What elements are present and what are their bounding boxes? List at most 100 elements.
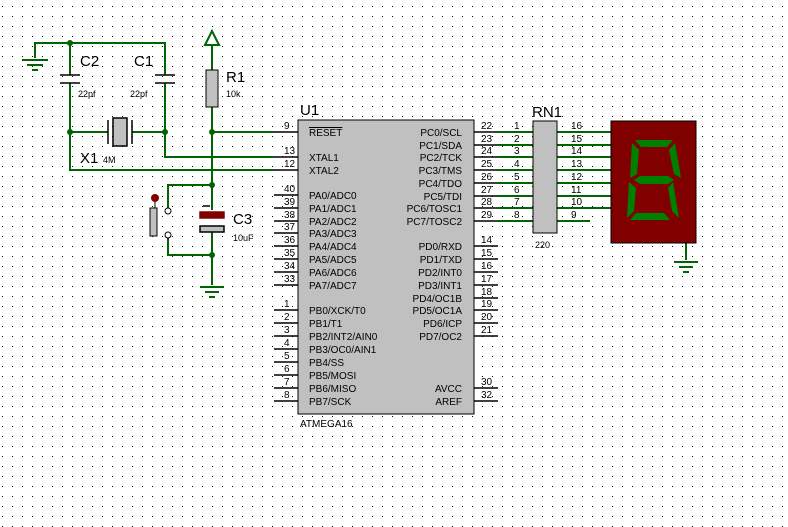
mcu-pin-number: 7	[284, 377, 290, 388]
rn1-pin-number: 4	[514, 159, 520, 170]
mcu-pin-number: 30	[481, 377, 493, 388]
mcu-pin-number: 4	[284, 338, 290, 349]
mcu-pin-name: PD6/ICP	[423, 319, 462, 330]
mcu-pin-name: PD0/RXD	[419, 242, 462, 253]
rn1-pin-number: 10	[571, 197, 583, 208]
mcu-pin-number: 26	[481, 172, 493, 183]
mcu-pin-name: PA6/ADC6	[309, 268, 357, 279]
rn1-pin-number: 6	[514, 185, 520, 196]
mcu-part-label: ATMEGA16	[300, 419, 353, 430]
mcu-pin-name: PD4/OC1B	[413, 294, 463, 305]
mcu-body	[297, 119, 475, 415]
mcu-pin-number: 9	[284, 121, 290, 132]
mcu-pin-number: 32	[481, 390, 493, 401]
x1-ref-label: X1	[80, 150, 98, 167]
mcu-pin-name: PC5/TDI	[424, 192, 462, 203]
mcu-pin-number: 36	[284, 235, 296, 246]
mcu-pin-number: 19	[481, 299, 493, 310]
x1-value-label: 4M	[103, 155, 116, 165]
mcu-pin-name: PB0/XCK/T0	[309, 306, 366, 317]
mcu-pin-number: 6	[284, 364, 290, 375]
mcu-pin-number: 3	[284, 325, 290, 336]
c2-ref-label: C2	[80, 53, 99, 70]
mcu-pin-number: 8	[284, 390, 290, 401]
rn1-pin-number: 15	[571, 134, 583, 145]
r1-ref-label: R1	[226, 69, 245, 86]
rn1-ref-label: RN1	[532, 104, 562, 121]
mcu-pin-number: 38	[284, 210, 296, 221]
mcu-pin-number: 25	[481, 159, 493, 170]
mcu-pin-name: PA7/ADC7	[309, 281, 357, 292]
c2-value-label: 22pf	[78, 89, 96, 99]
mcu-pin-number: 15	[481, 248, 493, 259]
mcu-pin-number: 22	[481, 121, 493, 132]
mcu-pin-number: 40	[284, 184, 296, 195]
mcu-pin-name: PD1/TXD	[420, 255, 462, 266]
mcu-pin-number: 16	[481, 261, 493, 272]
rn1-body	[532, 120, 558, 234]
rn1-pin-number: 2	[514, 134, 520, 145]
mcu-pin-name: PB1/T1	[309, 319, 343, 330]
mcu-pin-name: PA3/ADC3	[309, 229, 357, 240]
rn1-pin-number: 16	[571, 121, 583, 132]
mcu-pin-name: PA1/ADC1	[309, 204, 357, 215]
mcu-pin-number: 14	[481, 235, 493, 246]
resistor-r1[interactable]	[205, 69, 219, 108]
mcu-pin-number: 24	[481, 146, 493, 157]
mcu-pin-number: 29	[481, 210, 493, 221]
rn1-pin-number: 11	[571, 185, 582, 196]
mcu-pin-number: 33	[284, 274, 296, 285]
c1-value-label: 22pf	[130, 89, 148, 99]
mcu-pin-name: AREF	[435, 397, 462, 408]
mcu-pin-number: 5	[284, 351, 290, 362]
seven-segment-display[interactable]	[610, 120, 697, 244]
rn1-pin-number: 12	[571, 172, 583, 183]
mcu-pin-number: 21	[481, 325, 493, 336]
mcu-pin-name: AVCC	[435, 384, 462, 395]
mcu-pin-name: PC6/TOSC1	[407, 204, 463, 215]
mcu-pin-number: 12	[284, 159, 296, 170]
mcu-pin-number: 2	[284, 312, 290, 323]
mcu-pin-number: 17	[481, 274, 493, 285]
mcu-pin-number: 37	[284, 222, 296, 233]
mcu-pin-name: XTAL2	[309, 166, 339, 177]
c3-value-label: 10uF	[233, 233, 254, 243]
mcu-pin-number: 28	[481, 197, 493, 208]
mcu-pin-name: PB7/SCK	[309, 397, 352, 408]
rn1-value-label: 220	[535, 240, 550, 250]
mcu-pin-name: PA4/ADC4	[309, 242, 357, 253]
mcu-pin-name: PC1/SDA	[419, 141, 462, 152]
mcu-pin-number: 20	[481, 312, 493, 323]
mcu-pin-number: 39	[284, 197, 296, 208]
schematic-sheet: U1 ATMEGA16 9RESET13XTAL112XTAL240PA0/AD…	[0, 0, 788, 527]
mcu-pin-name: PD2/INT0	[418, 268, 462, 279]
mcu-pin-name: PC3/TMS	[419, 166, 463, 177]
mcu-pin-name: PB5/MOSI	[309, 371, 356, 382]
rn1-pin-number: 8	[514, 210, 520, 221]
mcu-pin-name: PD3/INT1	[418, 281, 462, 292]
mcu-pin-name: PC2/TCK	[420, 153, 463, 164]
mcu-pin-name: PB4/SS	[309, 358, 344, 369]
rn1-pin-number: 9	[571, 210, 577, 221]
mcu-pin-name: PA0/ADC0	[309, 191, 357, 202]
c1-ref-label: C1	[134, 53, 153, 70]
rn1-pin-number: 14	[571, 146, 583, 157]
mcu-pin-number: 13	[284, 146, 296, 157]
mcu-pin-name: PB2/INT2/AIN0	[309, 332, 378, 343]
mcu-u1[interactable]: U1 ATMEGA16 9RESET13XTAL112XTAL240PA0/AD…	[274, 102, 498, 430]
rn1-pin-number: 13	[571, 159, 583, 170]
mcu-pin-number: 18	[481, 287, 493, 298]
r1-value-label: 10k	[226, 89, 241, 99]
mcu-pin-name: PA5/ADC5	[309, 255, 357, 266]
mcu-pin-number: 1	[284, 299, 290, 310]
mcu-pin-number: 23	[481, 134, 493, 145]
mcu-pin-name: PC0/SCL	[420, 128, 462, 139]
mcu-pin-number: 35	[284, 248, 296, 259]
mcu-pin-name: RESET	[309, 128, 342, 139]
mcu-pin-name: PB3/OC0/AIN1	[309, 345, 377, 356]
c3-ref-label: C3	[233, 211, 252, 228]
mcu-pin-number: 34	[284, 261, 296, 272]
mcu-ref-label: U1	[300, 102, 319, 119]
mcu-pin-name: PC4/TDO	[419, 179, 463, 190]
mcu-pin-name: PA2/ADC2	[309, 217, 357, 228]
